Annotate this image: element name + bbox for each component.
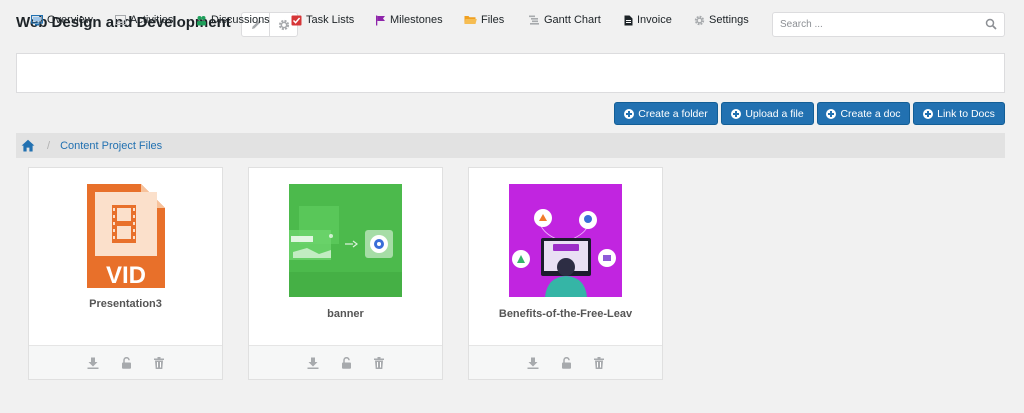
file-actions xyxy=(469,345,662,379)
document-icon xyxy=(624,15,633,25)
file-actions xyxy=(249,345,442,379)
button-label: Link to Docs xyxy=(937,107,995,120)
breadcrumb-current[interactable]: Content Project Files xyxy=(60,140,162,152)
trash-icon xyxy=(374,356,384,369)
tab-gantt-chart[interactable]: Gantt Chart xyxy=(529,14,601,26)
tab-milestones[interactable]: Milestones xyxy=(375,14,443,26)
tab-invoice[interactable]: Invoice xyxy=(624,14,672,26)
checkbox-icon xyxy=(291,15,302,25)
home-icon[interactable] xyxy=(21,139,35,152)
file-thumbnail[interactable]: VID xyxy=(69,184,182,297)
tab-label: Settings xyxy=(709,14,749,26)
lock-button[interactable] xyxy=(121,356,132,369)
tab-label: Files xyxy=(481,14,505,26)
lock-button[interactable] xyxy=(341,356,352,369)
link-to-docs-button[interactable]: Link to Docs xyxy=(913,102,1005,125)
lock-icon xyxy=(562,356,571,369)
project-nav xyxy=(16,53,1005,93)
tab-settings[interactable]: Settings xyxy=(694,14,749,26)
download-button[interactable] xyxy=(307,357,319,369)
delete-button[interactable] xyxy=(374,356,384,369)
tab-label: Overview xyxy=(47,14,93,26)
plus-circle-icon xyxy=(731,108,742,119)
video-file-icon: VID xyxy=(87,184,165,289)
gear-icon xyxy=(278,19,289,30)
tab-task-lists[interactable]: Task Lists xyxy=(291,14,354,26)
gantt-icon xyxy=(529,15,539,25)
lock-icon xyxy=(122,356,131,369)
search-box[interactable] xyxy=(772,12,1005,37)
people-icon xyxy=(197,15,206,25)
file-name[interactable]: Benefits-of-the-Free-Leav xyxy=(469,308,662,320)
plus-circle-icon xyxy=(923,108,934,119)
button-label: Create a doc xyxy=(840,107,901,120)
lock-button[interactable] xyxy=(561,356,572,369)
breadcrumb: / Content Project Files xyxy=(16,133,1005,158)
delete-button[interactable] xyxy=(594,356,604,369)
search-icon[interactable] xyxy=(985,18,997,30)
tab-label: Activities xyxy=(130,14,174,26)
delete-button[interactable] xyxy=(154,356,164,369)
tab-label: Discussions xyxy=(211,14,270,26)
thumb-label: VID xyxy=(106,262,146,289)
benefits-image xyxy=(509,184,622,297)
banner-image xyxy=(289,184,402,297)
breadcrumb-separator: / xyxy=(47,139,51,152)
tab-label: Gantt Chart xyxy=(544,14,601,26)
search-input[interactable] xyxy=(773,13,973,36)
file-card[interactable]: Benefits-of-the-Free-Leav xyxy=(468,167,663,380)
download-icon xyxy=(87,357,99,369)
tab-discussions[interactable]: Discussions xyxy=(196,14,270,26)
tab-overview[interactable]: Overview xyxy=(31,14,93,26)
download-button[interactable] xyxy=(527,357,539,369)
file-card[interactable]: VID Presentation3 xyxy=(28,167,223,380)
download-button[interactable] xyxy=(87,357,99,369)
create-folder-button[interactable]: Create a folder xyxy=(614,102,718,125)
lock-icon xyxy=(342,356,351,369)
create-doc-button[interactable]: Create a doc xyxy=(817,102,910,125)
file-actions xyxy=(29,345,222,379)
button-label: Upload a file xyxy=(745,107,804,120)
file-thumbnail[interactable] xyxy=(289,184,402,297)
upload-file-button[interactable]: Upload a file xyxy=(721,102,814,125)
tab-label: Task Lists xyxy=(306,14,355,26)
tab-label: Invoice xyxy=(637,14,672,26)
file-name[interactable]: banner xyxy=(249,308,442,320)
file-card[interactable]: banner xyxy=(248,167,443,380)
download-icon xyxy=(307,357,319,369)
trash-icon xyxy=(594,356,604,369)
monitor-icon xyxy=(31,14,43,25)
button-label: Create a folder xyxy=(638,107,708,120)
plus-circle-icon xyxy=(624,108,635,119)
tab-label: Milestones xyxy=(390,14,443,26)
trash-icon xyxy=(154,356,164,369)
tab-activities[interactable]: Activities xyxy=(115,14,173,26)
flag-icon xyxy=(376,15,385,25)
tab-files[interactable]: Files xyxy=(464,14,504,26)
image-icon xyxy=(115,15,126,25)
gear-icon xyxy=(694,15,705,25)
file-thumbnail[interactable] xyxy=(509,184,622,297)
file-name[interactable]: Presentation3 xyxy=(29,298,222,310)
folder-icon xyxy=(464,16,477,24)
plus-circle-icon xyxy=(826,108,837,119)
download-icon xyxy=(527,357,539,369)
